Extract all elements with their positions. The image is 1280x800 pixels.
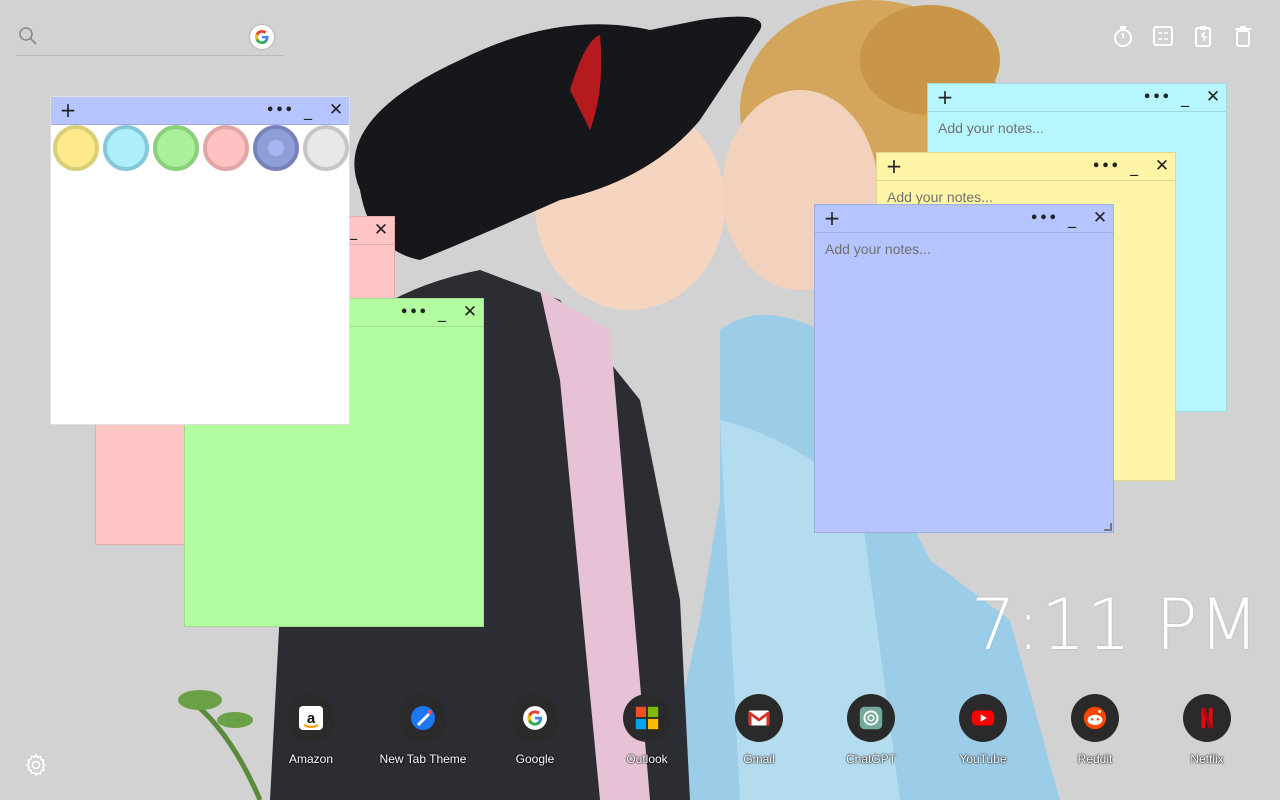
shortcut-label: Netflix: [1190, 752, 1224, 766]
shortcut-label: Gmail: [743, 752, 775, 766]
shortcut-netflix[interactable]: Netflix: [1151, 694, 1263, 766]
note-menu-button[interactable]: •••: [1092, 155, 1119, 177]
outlook-icon: [623, 694, 671, 742]
search-icon[interactable]: [18, 26, 38, 46]
search-bar: [16, 20, 284, 56]
color-picker: [51, 125, 349, 171]
shortcut-gmail[interactable]: Gmail: [703, 694, 815, 766]
close-note-button[interactable]: ✕: [459, 301, 481, 323]
search-input[interactable]: [46, 24, 246, 50]
shortcut-label: YouTube: [959, 752, 1007, 766]
minimize-note-button[interactable]: _: [1061, 207, 1083, 229]
timer-icon[interactable]: [1110, 22, 1136, 50]
shortcut-outlook[interactable]: Outlook: [591, 694, 703, 766]
shortcut-reddit[interactable]: Reddit: [1039, 694, 1151, 766]
toolbar: [1110, 22, 1256, 50]
add-note-button[interactable]: +: [934, 85, 956, 109]
netflix-icon: [1183, 694, 1231, 742]
add-note-button[interactable]: +: [883, 154, 905, 178]
trash-icon[interactable]: [1230, 22, 1256, 50]
color-swatch-green[interactable]: [153, 125, 199, 171]
note-titlebar: + ••• _ ✕: [928, 84, 1226, 112]
color-swatch-gray[interactable]: [303, 125, 349, 171]
shortcut-google[interactable]: Google: [479, 694, 591, 766]
close-note-button[interactable]: ✕: [370, 219, 392, 241]
note-menu-button[interactable]: •••: [1143, 86, 1170, 108]
youtube-icon: [959, 694, 1007, 742]
add-note-button[interactable]: +: [57, 98, 79, 122]
calculator-icon[interactable]: [1150, 22, 1176, 50]
resize-handle[interactable]: [1104, 523, 1112, 531]
shortcut-amazon[interactable]: a Amazon: [255, 694, 367, 766]
google-icon[interactable]: [250, 25, 274, 49]
new-tab-theme-icon: [399, 694, 447, 742]
close-note-button[interactable]: ✕: [1089, 207, 1111, 229]
minimize-note-button[interactable]: _: [1123, 155, 1145, 177]
clipboard-icon[interactable]: [1190, 22, 1216, 50]
reddit-icon: [1071, 694, 1119, 742]
shortcut-new-tab-theme[interactable]: New Tab Theme: [367, 694, 479, 766]
shortcut-label: New Tab Theme: [379, 752, 467, 766]
add-note-button[interactable]: +: [821, 206, 843, 230]
note-menu-button[interactable]: •••: [400, 301, 427, 323]
shortcut-label: Amazon: [288, 752, 334, 766]
close-note-button[interactable]: ✕: [325, 99, 347, 121]
note-textarea[interactable]: [61, 183, 339, 414]
note-titlebar: + ••• _ ✕: [51, 97, 349, 125]
close-note-button[interactable]: ✕: [1151, 155, 1173, 177]
note-menu-button[interactable]: •••: [266, 99, 293, 121]
color-swatch-pink[interactable]: [203, 125, 249, 171]
note-titlebar: + ••• _ ✕: [815, 205, 1113, 233]
minimize-note-button[interactable]: _: [431, 301, 453, 323]
shortcut-youtube[interactable]: YouTube: [927, 694, 1039, 766]
color-swatch-yellow[interactable]: [53, 125, 99, 171]
gear-icon[interactable]: [24, 753, 48, 777]
svg-text:a: a: [307, 710, 316, 727]
shortcut-label: Reddit: [1077, 752, 1113, 766]
shortcut-label: ChatGPT: [845, 752, 896, 766]
sticky-note-white[interactable]: + ••• _ ✕: [50, 96, 350, 425]
shortcut-chatgpt[interactable]: ChatGPT: [815, 694, 927, 766]
gmail-icon: [735, 694, 783, 742]
note-titlebar: + ••• _ ✕: [877, 153, 1175, 181]
note-menu-button[interactable]: •••: [1030, 207, 1057, 229]
amazon-icon: a: [287, 694, 335, 742]
shortcut-label: Google: [515, 752, 555, 766]
google-icon: [511, 694, 559, 742]
clock: 7:11 PM: [970, 584, 1260, 666]
sticky-note-blue[interactable]: + ••• _ ✕ Add your notes...: [814, 204, 1114, 533]
minimize-note-button[interactable]: _: [297, 99, 319, 121]
color-swatch-cyan[interactable]: [103, 125, 149, 171]
shortcut-label: Outlook: [626, 752, 668, 766]
color-swatch-blue[interactable]: [253, 125, 299, 171]
minimize-note-button[interactable]: _: [1174, 86, 1196, 108]
chatgpt-icon: [847, 694, 895, 742]
note-textarea[interactable]: Add your notes...: [825, 241, 1103, 522]
close-note-button[interactable]: ✕: [1202, 86, 1224, 108]
